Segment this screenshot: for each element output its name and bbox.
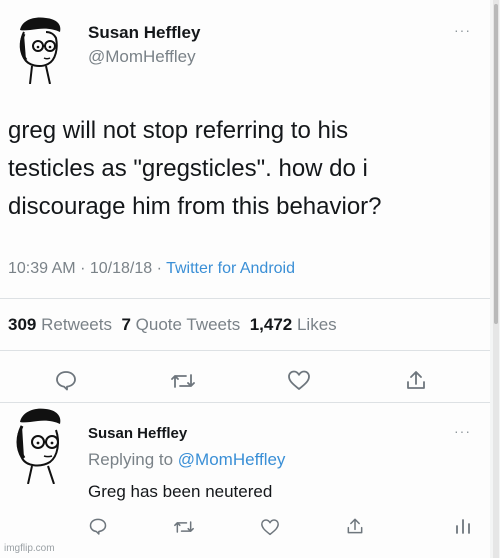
scrollbar-thumb[interactable] xyxy=(494,4,498,324)
tweet-stats: 309 Retweets 7 Quote Tweets 1,472 Likes xyxy=(8,315,337,335)
quotes-label: Quote Tweets xyxy=(135,315,241,334)
quotes-count: 7 xyxy=(121,315,131,334)
replying-to: Replying to @MomHeffley xyxy=(88,450,285,470)
tweet-time[interactable]: 10:39 AM xyxy=(8,260,76,277)
divider xyxy=(0,350,490,351)
tweet-text-line: discourage him from this behavior? xyxy=(8,193,382,220)
likes-count: 1,472 xyxy=(249,315,293,334)
reply-author-name[interactable]: Susan Heffley xyxy=(88,425,187,442)
tweet-card: Susan Heffley @MomHeffley ··· greg will … xyxy=(0,0,490,558)
quotes-stat[interactable]: 7 Quote Tweets xyxy=(121,315,240,334)
reply-comment-icon[interactable] xyxy=(88,516,108,536)
reply-retweet-icon[interactable] xyxy=(173,517,195,537)
reply-more-options-icon[interactable]: ··· xyxy=(454,423,471,439)
likes-label: Likes xyxy=(296,315,337,334)
like-icon[interactable] xyxy=(287,369,311,391)
reply-avatar[interactable] xyxy=(6,404,68,485)
meta-separator: · xyxy=(80,260,86,277)
tweet-source-link[interactable]: Twitter for Android xyxy=(166,260,295,277)
analytics-icon[interactable] xyxy=(454,517,472,535)
replying-to-label: Replying to xyxy=(88,450,174,469)
share-icon[interactable] xyxy=(404,368,428,392)
retweets-stat[interactable]: 309 Retweets xyxy=(8,315,112,334)
tweet-text-line: greg will not stop referring to his xyxy=(8,117,349,144)
author-name[interactable]: Susan Heffley xyxy=(88,23,200,43)
reply-like-icon[interactable] xyxy=(260,518,280,536)
author-handle[interactable]: @MomHeffley xyxy=(88,47,196,67)
retweet-icon[interactable] xyxy=(170,369,196,393)
likes-stat[interactable]: 1,472 Likes xyxy=(250,315,337,334)
tweet-date[interactable]: 10/18/18 xyxy=(90,260,152,277)
replying-to-handle[interactable]: @MomHeffley xyxy=(178,450,286,469)
more-options-icon[interactable]: ··· xyxy=(454,22,471,38)
comment-icon[interactable] xyxy=(54,368,78,392)
tweet-meta: 10:39 AM · 10/18/18 · Twitter for Androi… xyxy=(8,260,295,278)
reply-share-icon[interactable] xyxy=(345,516,365,536)
tweet-text: greg will not stop referring to his test… xyxy=(8,112,382,226)
divider xyxy=(0,402,490,403)
reply-text: Greg has been neutered xyxy=(88,482,273,501)
meta-separator: · xyxy=(156,260,162,277)
retweets-count: 309 xyxy=(8,315,37,334)
divider xyxy=(0,298,490,299)
avatar[interactable] xyxy=(10,12,66,85)
retweets-label: Retweets xyxy=(41,315,112,334)
watermark: imgflip.com xyxy=(4,543,55,554)
tweet-text-line: testicles as "gregsticles". how do i xyxy=(8,155,368,182)
